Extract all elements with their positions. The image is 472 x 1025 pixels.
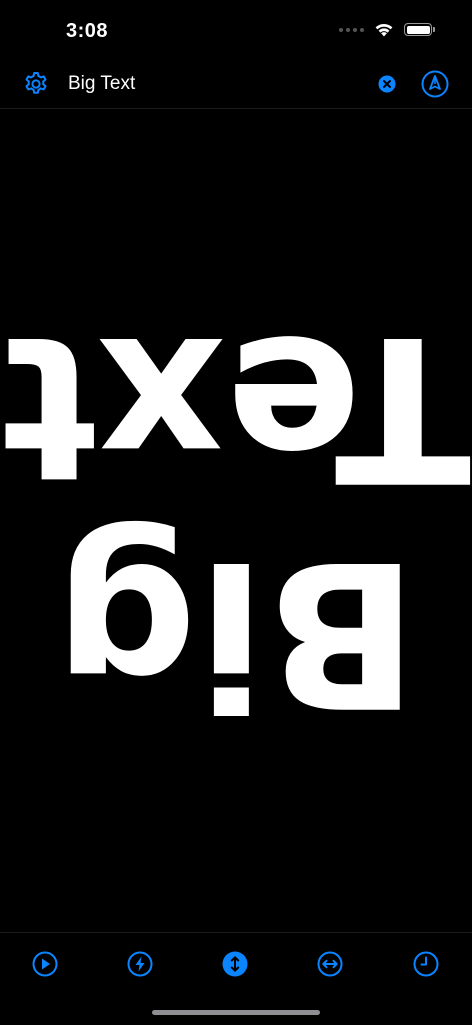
big-text-content: Big Text [0,109,472,931]
status-time: 3:08 [66,20,109,42]
status-bar: 3:08 [0,0,472,60]
big-text-line: Big [53,516,419,749]
clear-circle-icon [378,75,396,93]
settings-button[interactable] [22,70,50,98]
flip-horizontal-circle-icon [317,951,343,977]
wifi-icon [375,23,393,37]
flip-vertical-circle-icon [222,951,248,977]
big-text-display[interactable]: Big Text [0,109,472,931]
big-text-line: Text [0,291,472,524]
status-indicators [339,22,435,37]
nav-bar: Big Text [0,60,472,109]
page-title: Big Text [68,73,136,94]
home-indicator[interactable] [152,1010,320,1015]
play-circle-icon [32,951,58,977]
gear-icon [25,72,47,94]
timer-button[interactable] [412,950,440,978]
clock-icon [413,951,439,977]
flash-button[interactable] [126,950,154,978]
edit-style-button[interactable] [421,70,449,98]
flip-horizontal-button[interactable] [316,950,344,978]
cellular-signal-icon [339,27,364,32]
pen-nib-icon [421,70,449,98]
clear-text-button[interactable] [378,75,396,93]
play-button[interactable] [31,950,59,978]
battery-icon [404,23,435,36]
flip-vertical-button[interactable] [221,950,249,978]
bolt-circle-icon [127,951,153,977]
